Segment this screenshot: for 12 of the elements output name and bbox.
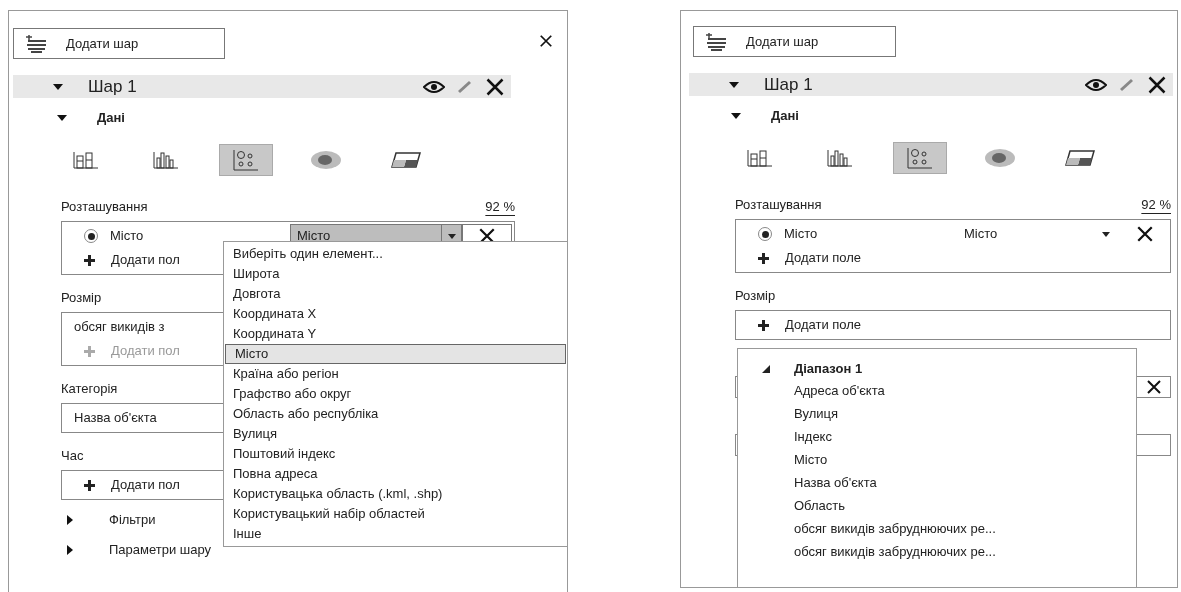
layer-title: Шар 1 — [764, 73, 814, 96]
section-label: Категорія — [61, 379, 118, 398]
field-name: Місто — [110, 227, 145, 246]
field-name: Місто — [784, 225, 819, 244]
field-value: Назва об'єкта — [74, 409, 157, 428]
section-label: Розташування — [61, 197, 148, 216]
section-label: Розташування — [735, 195, 822, 214]
layer-title: Шар 1 — [88, 75, 138, 98]
field-value: обсяг викидів з — [74, 318, 165, 337]
section-label: Час — [61, 446, 84, 465]
section-label: Розмір — [735, 286, 776, 305]
section-label: Розмір — [61, 288, 102, 307]
